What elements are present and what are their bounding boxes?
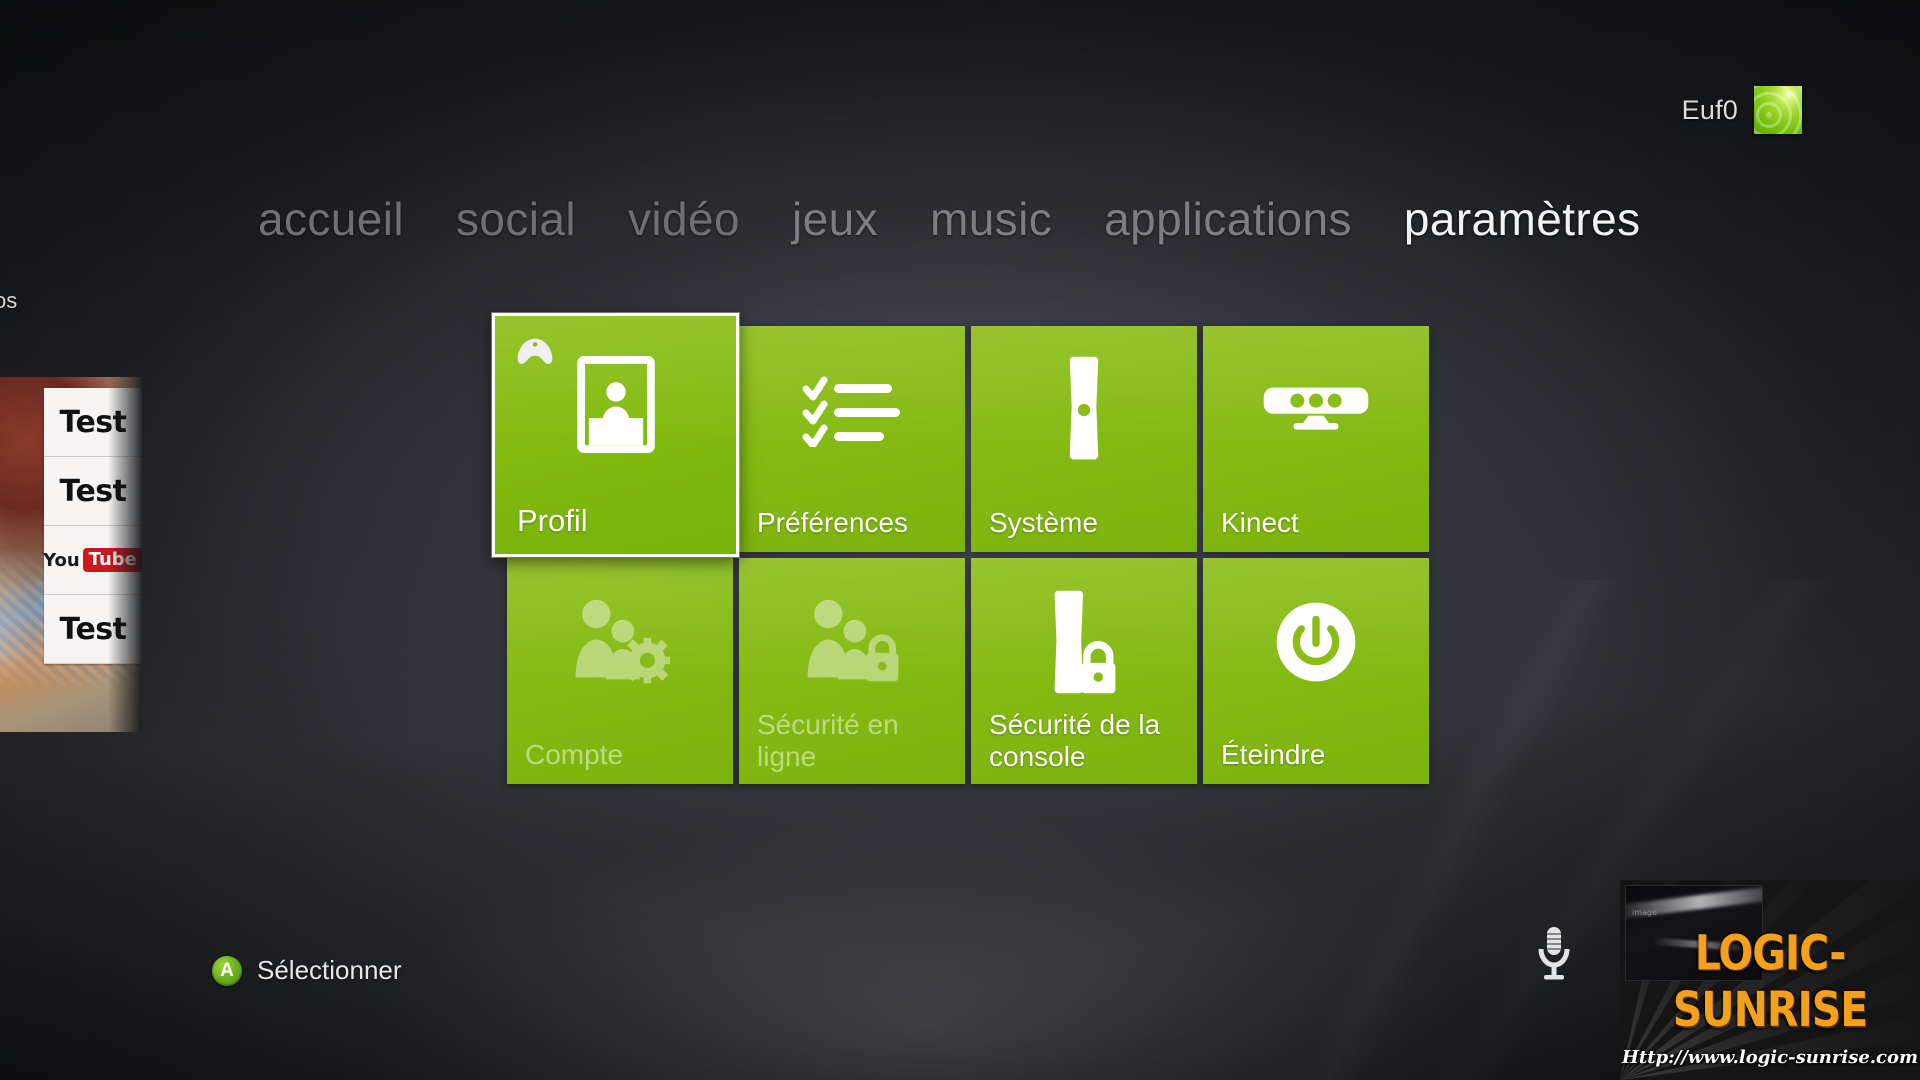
profile-card-icon (495, 316, 736, 492)
watermark-url: Http://www.logic-sunrise.com (1621, 1047, 1919, 1068)
main-navigation[interactable]: accueil social vidéo jeux music applicat… (258, 192, 1641, 246)
left-overlay-panel[interactable]: Test Test YouTube Test (0, 377, 142, 732)
tile-label: Sécurité de la console (989, 709, 1161, 772)
tile-label: Sécurité en ligne (757, 709, 899, 772)
console-lock-icon (971, 558, 1197, 725)
tile-eteindre[interactable]: Éteindre (1203, 558, 1429, 784)
tile-kinect[interactable]: Kinect (1203, 326, 1429, 552)
watermark-title: LOGIC-SUNRISE (1672, 924, 1869, 1038)
nav-item-parametres[interactable]: paramètres (1404, 192, 1641, 246)
logic-sunrise-watermark: image LOGIC-SUNRISE Http://www.logic-sun… (1620, 880, 1920, 1080)
nav-item-video[interactable]: vidéo (628, 192, 740, 246)
a-button-icon: A (212, 955, 242, 986)
nav-item-accueil[interactable]: accueil (258, 192, 404, 246)
action-hint-label: Sélectionner (257, 955, 402, 985)
people-lock-icon (739, 558, 965, 725)
checklist-icon (739, 326, 965, 493)
console-icon (971, 326, 1197, 493)
tile-label: Éteindre (1221, 739, 1326, 771)
tile-compte[interactable]: Compte (507, 558, 733, 784)
tile-label: Kinect (1221, 507, 1299, 539)
nav-item-music[interactable]: music (930, 192, 1052, 246)
nav-item-applications[interactable]: applications (1104, 192, 1352, 246)
power-icon (1203, 558, 1429, 725)
tile-label: Profil (517, 503, 588, 539)
tile-profil[interactable]: Profil (492, 313, 739, 557)
kinect-sensor-icon (1203, 326, 1429, 493)
microphone-icon[interactable] (1534, 925, 1574, 980)
tile-label: Compte (525, 739, 624, 771)
gamertag-area[interactable]: Euf0 (1682, 86, 1802, 134)
gamertag-label: Euf0 (1681, 94, 1738, 125)
tile-label: Préférences (757, 507, 908, 539)
tile-securite-console[interactable]: Sécurité de la console (971, 558, 1197, 784)
action-hint: A Sélectionner (212, 955, 402, 986)
tile-preferences[interactable]: Préférences (739, 326, 965, 552)
left-panel-caption: os (0, 288, 18, 313)
thumb-caption: image (1632, 908, 1657, 917)
people-gear-icon (507, 558, 733, 725)
tile-label: Système (989, 507, 1098, 539)
nav-item-jeux[interactable]: jeux (792, 192, 878, 246)
panel-edge-shadow (108, 377, 142, 732)
nav-item-social[interactable]: social (456, 192, 576, 246)
tile-securite-en-ligne[interactable]: Sécurité en ligne (739, 558, 965, 784)
settings-tile-grid: Profil Préférences Système Kinect Compte… (492, 313, 1437, 786)
tile-systeme[interactable]: Système (971, 326, 1197, 552)
gamerpic-green-rings-icon[interactable] (1754, 86, 1802, 134)
